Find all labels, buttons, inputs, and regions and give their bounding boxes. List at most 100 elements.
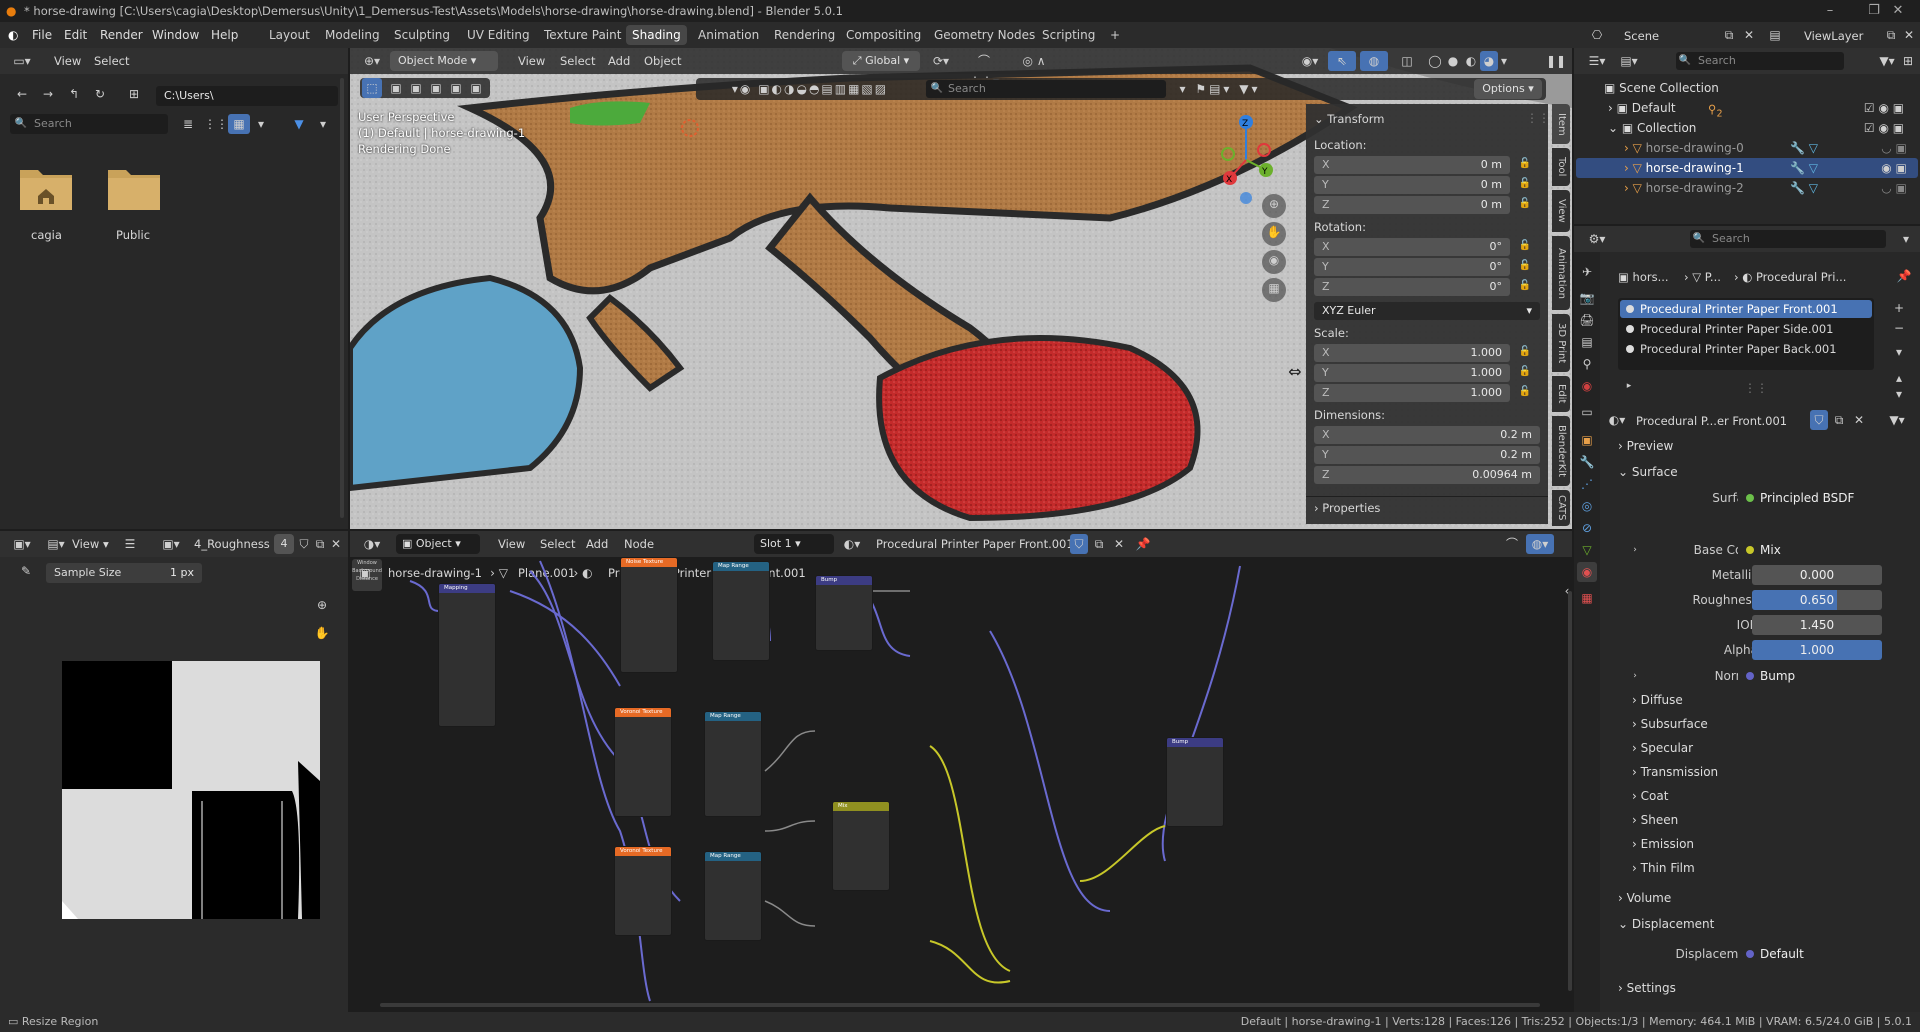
- tab-geometry-nodes[interactable]: Geometry Nodes: [928, 25, 1041, 45]
- tab-animation[interactable]: Animation: [692, 25, 765, 45]
- navigation-gizmo[interactable]: Z Y X: [1200, 112, 1300, 242]
- material-browse-icon[interactable]: ◐▾: [1604, 410, 1630, 430]
- tab-shading[interactable]: Shading: [626, 25, 687, 45]
- tab-blenderkit[interactable]: BlenderKit: [1552, 416, 1570, 486]
- modifier-icons[interactable]: 🔧 ▽: [1784, 138, 1824, 158]
- shading-dropdown-icon[interactable]: ▾: [1498, 51, 1510, 71]
- properties-search-input[interactable]: Search: [1690, 230, 1886, 248]
- remove-slot-icon[interactable]: −: [1890, 318, 1908, 338]
- ortho-grid-icon[interactable]: ▦: [1262, 278, 1286, 302]
- subpanel-transmission[interactable]: › Transmission: [1632, 762, 1920, 782]
- duplicate-material-icon[interactable]: ⧉: [1830, 410, 1848, 430]
- tab-tool[interactable]: Tool: [1552, 148, 1570, 186]
- collection-default-row[interactable]: › ▣ Default: [1608, 98, 1676, 118]
- constraints-tab-icon[interactable]: ⊘: [1577, 518, 1597, 538]
- options-button[interactable]: Options ▾: [1474, 79, 1542, 99]
- file-select-menu[interactable]: Select: [94, 54, 129, 68]
- display-dropdown-icon[interactable]: ▾: [254, 114, 268, 134]
- location-x-field[interactable]: X 0 m: [1314, 156, 1510, 174]
- view-layer-tab-icon[interactable]: ▤: [1577, 332, 1597, 352]
- select-extend-icon[interactable]: ▣: [406, 78, 426, 98]
- scene-tab-icon[interactable]: ⚲: [1577, 354, 1597, 374]
- node-mapping[interactable]: Mapping: [438, 583, 496, 727]
- menu-hamburger-icon[interactable]: ☰: [122, 534, 138, 554]
- solid-shading-icon[interactable]: ●: [1444, 51, 1462, 71]
- editor-type-icon[interactable]: ⚙▾: [1584, 229, 1610, 249]
- select-subtract-icon[interactable]: ▣: [426, 78, 446, 98]
- pan-hand-icon[interactable]: ✋: [1262, 222, 1286, 246]
- settings-panel-header[interactable]: › Settings: [1618, 978, 1908, 998]
- path-field[interactable]: C:\Users\: [156, 86, 338, 106]
- close-icon[interactable]: ✕: [1876, 0, 1920, 22]
- tab-rendering[interactable]: Rendering: [768, 25, 841, 45]
- roughness-slider[interactable]: 0.650: [1752, 590, 1882, 610]
- menu-render[interactable]: Render: [100, 22, 143, 48]
- particles-tab-icon[interactable]: ⋰: [1577, 474, 1597, 494]
- metallic-slider[interactable]: 0.000: [1752, 565, 1882, 585]
- thumbnails-icon[interactable]: ▦: [228, 114, 250, 134]
- tab-3d-print[interactable]: 3D Print: [1552, 314, 1570, 372]
- menu-edit[interactable]: Edit: [64, 22, 87, 48]
- viewport-object-menu[interactable]: Object: [644, 54, 681, 68]
- viewport-3d[interactable]: ⊕▾ Object Mode ▾ View Select Add Object …: [350, 48, 1572, 529]
- proportional-edit-icon[interactable]: ◎ ∧: [1014, 51, 1054, 71]
- rotation-z-field[interactable]: Z 0°: [1314, 278, 1510, 296]
- image-users-count[interactable]: 4: [274, 534, 294, 554]
- asset-view-icons[interactable]: ▾ ⚑▤▾ ▼▾: [1170, 79, 1270, 99]
- world-tab-icon[interactable]: ◉: [1577, 376, 1597, 396]
- physics-tab-icon[interactable]: ◎: [1577, 496, 1597, 516]
- viewport-view-menu[interactable]: View: [518, 54, 545, 68]
- subpanel-sheen[interactable]: › Sheen: [1632, 810, 1920, 830]
- horizontal-list-icon[interactable]: ⋮⋮: [204, 114, 228, 134]
- preview-panel-header[interactable]: › Preview: [1618, 436, 1908, 456]
- tab-item[interactable]: Item: [1552, 104, 1570, 144]
- properties-panel-header[interactable]: › Properties: [1306, 496, 1548, 518]
- material-slot[interactable]: Procedural Printer Paper Side.001: [1626, 322, 1833, 336]
- zoom-icon[interactable]: ⊕: [1262, 194, 1286, 218]
- tab-uv-editing[interactable]: UV Editing: [461, 25, 536, 45]
- horizontal-scrollbar[interactable]: [380, 1003, 1540, 1007]
- subpanel-emission[interactable]: › Emission: [1632, 834, 1920, 854]
- surface-panel-header[interactable]: ⌄ Surface: [1618, 462, 1908, 482]
- dimensions-y-field[interactable]: Y 0.2 m: [1314, 446, 1540, 464]
- filter-icon[interactable]: ▼▾: [1874, 51, 1900, 71]
- refresh-icon[interactable]: ↻: [92, 84, 108, 104]
- rendered-shading-icon[interactable]: ◕: [1480, 51, 1498, 71]
- node-mix[interactable]: Mix: [832, 801, 890, 891]
- node-voronoi-texture[interactable]: Voronoi Texture: [614, 846, 672, 936]
- lock-icon[interactable]: 🔓: [1518, 362, 1532, 382]
- dimensions-x-field[interactable]: X 0.2 m: [1314, 426, 1540, 444]
- visibility-toggles[interactable]: ◡ ▣: [1874, 178, 1914, 198]
- select-new-icon[interactable]: ▣: [386, 78, 406, 98]
- data-tab-icon[interactable]: ▽: [1577, 540, 1597, 560]
- editor-type-icon[interactable]: ▣▾: [10, 534, 34, 554]
- collection-tab-icon[interactable]: ▭: [1577, 402, 1597, 422]
- display-mode-icon[interactable]: ▤▾: [1616, 51, 1642, 71]
- rotation-x-field[interactable]: X 0°: [1314, 238, 1510, 256]
- transform-panel-header[interactable]: ⌄ Transform: [1314, 112, 1385, 126]
- tab-edit[interactable]: Edit: [1552, 376, 1570, 412]
- parent-dir-icon[interactable]: ↰: [66, 84, 82, 104]
- slot-specials-icon[interactable]: ▾: [1890, 342, 1908, 362]
- visibility-toggles[interactable]: ◡ ▣: [1874, 138, 1914, 158]
- output-tab-icon[interactable]: 🖨: [1577, 310, 1597, 330]
- delete-scene-icon[interactable]: ✕: [1740, 25, 1758, 45]
- overlay-icon[interactable]: ◍: [1360, 51, 1388, 71]
- new-scene-icon[interactable]: ⧉: [1720, 25, 1738, 45]
- location-y-field[interactable]: Y 0 m: [1314, 176, 1510, 194]
- new-folder-icon[interactable]: ⊞: [126, 84, 142, 104]
- expand-icon[interactable]: ⌄: [1608, 121, 1622, 135]
- scene-selector[interactable]: Scene: [1624, 29, 1659, 43]
- camera-view-icon[interactable]: ◉: [1262, 250, 1286, 274]
- expand-icon[interactable]: ▸: [1624, 376, 1634, 396]
- tab-modeling[interactable]: Modeling: [319, 25, 386, 45]
- node-voronoi-texture[interactable]: Voronoi Texture: [614, 707, 672, 817]
- modifier-tab-icon[interactable]: 🔧: [1577, 452, 1597, 472]
- viewlayer-selector[interactable]: ViewLayer: [1804, 29, 1863, 43]
- location-z-field[interactable]: Z 0 m: [1314, 196, 1510, 214]
- add-slot-icon[interactable]: +: [1890, 298, 1908, 318]
- vertical-scrollbar[interactable]: [1568, 591, 1572, 991]
- visibility-toggles[interactable]: ☑ ◉ ▣: [1854, 98, 1914, 118]
- node-bump[interactable]: Bump: [815, 575, 873, 651]
- alpha-slider[interactable]: 1.000: [1752, 640, 1882, 660]
